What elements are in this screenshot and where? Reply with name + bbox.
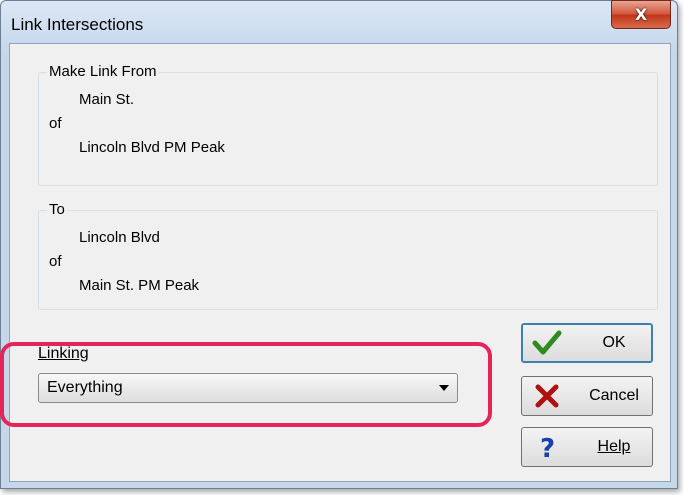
ok-button[interactable]: OK (521, 323, 653, 363)
red-x-icon (532, 381, 562, 411)
to-group: To Lincoln Blvd of Main St. PM Peak (38, 201, 658, 310)
help-button-text: Help (597, 438, 631, 455)
from-street: Main St. (79, 91, 135, 108)
window-title: Link Intersections (11, 15, 144, 34)
from-intersection: Lincoln Blvd PM Peak (79, 139, 225, 156)
cancel-button-label: Cancel (589, 387, 639, 404)
help-button[interactable]: ? Help (521, 427, 653, 467)
make-link-from-group: Make Link From Main St. of Lincoln Blvd … (38, 63, 658, 186)
ok-button-label: OK (602, 334, 626, 351)
question-mark-icon: ? (532, 432, 562, 462)
to-of-label: of (49, 253, 62, 270)
to-intersection: Main St. PM Peak (79, 277, 200, 294)
checkmark-icon (532, 328, 562, 358)
to-street: Lincoln Blvd (79, 229, 160, 246)
make-link-from-legend: Make Link From (47, 63, 159, 80)
svg-text:?: ? (540, 434, 555, 462)
from-of-label: of (49, 115, 62, 132)
to-legend: To (47, 201, 67, 218)
close-button[interactable]: X (611, 0, 671, 29)
cancel-button[interactable]: Cancel (521, 376, 653, 416)
help-button-label: Help (582, 438, 646, 456)
close-icon: X (634, 5, 648, 24)
annotation-highlight (0, 342, 492, 427)
